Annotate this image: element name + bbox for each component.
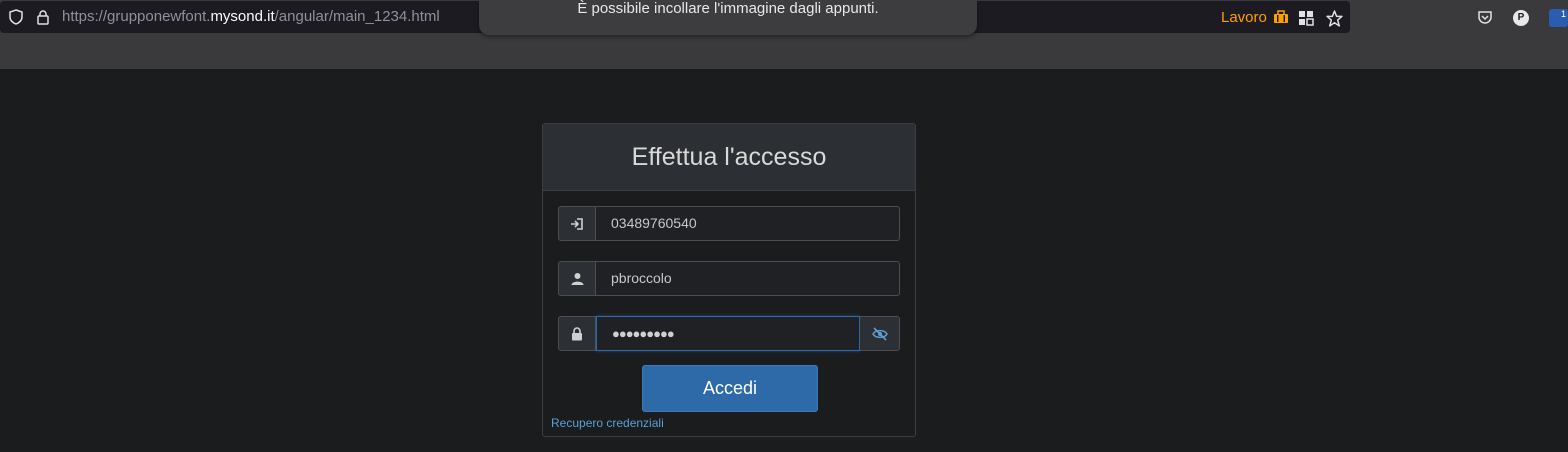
login-title: Effettua l'accesso bbox=[631, 142, 827, 171]
url-path: /angular/main_1234.html bbox=[274, 8, 440, 25]
profile-avatar[interactable]: P bbox=[1513, 10, 1529, 26]
password-mask: ●●●●●●●●● bbox=[612, 326, 675, 341]
url-domain: mysond.it bbox=[210, 8, 275, 25]
container-label-text: Lavoro bbox=[1221, 9, 1267, 26]
avatar-letter: P bbox=[1517, 12, 1525, 23]
browser-toolbar: https://grupponewfont.mysond.it/angular/… bbox=[0, 0, 1568, 69]
lock-icon[interactable] bbox=[35, 9, 51, 25]
shield-icon[interactable] bbox=[8, 9, 24, 25]
company-code-field[interactable]: 03489760540 bbox=[596, 206, 900, 241]
eye-slash-icon bbox=[871, 326, 888, 341]
username-group: pbroccolo bbox=[558, 261, 900, 296]
lock-icon bbox=[558, 316, 596, 351]
grid-extension-icon[interactable] bbox=[1297, 9, 1315, 27]
pocket-icon[interactable] bbox=[1476, 9, 1494, 27]
extension-badge-count: 1 bbox=[1560, 9, 1566, 19]
container-label[interactable]: Lavoro bbox=[1221, 1, 1289, 35]
login-submit-button[interactable]: Accedi bbox=[642, 365, 818, 412]
star-bookmark-icon[interactable] bbox=[1325, 9, 1343, 27]
url-text[interactable]: https://grupponewfont.mysond.it/angular/… bbox=[62, 1, 440, 33]
briefcase-icon bbox=[1274, 10, 1289, 23]
notification-text: È possibile incollare l'immagine dagli a… bbox=[577, 0, 879, 17]
sign-in-icon bbox=[558, 206, 596, 241]
company-code-group: 03489760540 bbox=[558, 206, 900, 241]
username-field[interactable]: pbroccolo bbox=[596, 261, 900, 296]
url-prefix: https://grupponewfont. bbox=[62, 8, 211, 25]
toggle-visibility-button[interactable] bbox=[860, 316, 900, 351]
password-field[interactable]: ●●●●●●●●● bbox=[596, 316, 860, 351]
extension-badge-icon[interactable]: 1 bbox=[1549, 9, 1568, 27]
login-header: Effettua l'accesso bbox=[543, 124, 915, 191]
clipboard-notification: È possibile incollare l'immagine dagli a… bbox=[479, 0, 977, 35]
password-group: ●●●●●●●●● bbox=[558, 316, 900, 351]
user-icon bbox=[558, 261, 596, 296]
login-panel: Effettua l'accesso 03489760540 pbroccolo… bbox=[542, 123, 916, 437]
recover-credentials-link[interactable]: Recupero credenziali bbox=[551, 416, 664, 430]
